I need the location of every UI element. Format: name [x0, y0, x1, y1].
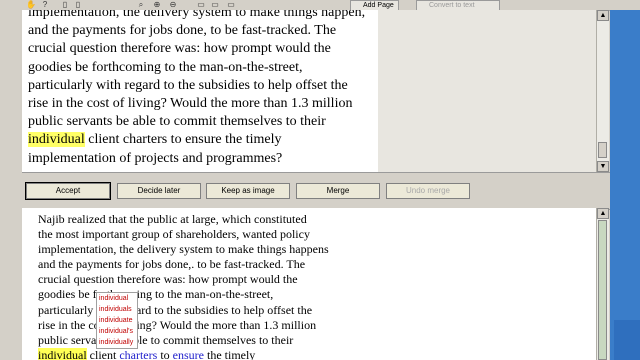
editor-line: implementation, the delivery system to m…	[38, 242, 329, 257]
selected-word[interactable]: individual	[38, 347, 87, 360]
suggestion-item[interactable]: individual's	[97, 326, 137, 337]
page-icon[interactable]: ▯	[73, 0, 83, 9]
keep-as-image-button[interactable]: Keep as image	[206, 183, 290, 199]
scan-line-rest: client charters to ensure the timely	[84, 132, 282, 148]
zoom-in-icon[interactable]: ⊕	[152, 0, 162, 9]
scan-line: and the payments for jobs done, to be fa…	[28, 23, 337, 39]
scan-line: individual client charters to ensure the…	[28, 131, 376, 149]
merge-button[interactable]: Merge	[296, 183, 380, 199]
desktop-background	[610, 10, 640, 360]
verification-button-row: Accept Decide later Keep as image Merge …	[22, 172, 610, 210]
scroll-down-icon[interactable]: ▼	[597, 161, 609, 172]
scan-line: implementation, the delivery system to m…	[28, 10, 366, 20]
zoom-out-icon[interactable]: ⊖	[168, 0, 178, 9]
question-icon[interactable]: ?	[40, 0, 50, 9]
editor-line: individual client charters to ensure the…	[38, 347, 362, 360]
scrollbar-thumb[interactable]	[598, 220, 607, 360]
decide-later-button[interactable]: Decide later	[117, 183, 201, 199]
editor-text-run: client	[86, 347, 120, 360]
suggestion-item[interactable]: individuate	[97, 315, 137, 326]
editor-line: crucial question therefore was: how prom…	[38, 272, 298, 287]
page-icon[interactable]: ▯	[60, 0, 70, 9]
scan-line: rise in the cost of living? Would the mo…	[28, 96, 353, 112]
convert-label: Convert to text	[429, 2, 475, 9]
highlighted-word: individual	[28, 132, 85, 148]
upper-right-pane	[378, 10, 596, 172]
scroll-up-icon[interactable]: ▲	[597, 208, 609, 219]
lower-scrollbar[interactable]: ▲	[596, 208, 609, 360]
upper-scrollbar[interactable]: ▲ ▼	[596, 10, 609, 172]
magnifier-icon[interactable]: ⌕	[136, 0, 146, 9]
suggestion-item[interactable]: individuals	[97, 304, 137, 315]
undo-merge-button[interactable]: Undo merge	[386, 183, 470, 199]
scan-line: public servants be able to commit themse…	[28, 114, 326, 130]
scan-line: particularly with regard to the subsidie…	[28, 77, 348, 93]
scrollbar-thumb[interactable]	[598, 142, 607, 158]
editor-text: Najib realized that the public at large,…	[38, 212, 362, 360]
add-page-label: Add Page	[363, 2, 394, 9]
page-icon[interactable]: ▭	[196, 0, 206, 9]
editor-line: particularly with regard to the subsidie…	[38, 302, 313, 317]
flagged-word[interactable]: ensure	[173, 348, 204, 360]
editor-line: and the payments for jobs done,. to be f…	[38, 257, 306, 272]
scroll-up-icon[interactable]: ▲	[597, 10, 609, 21]
editor-line: Najib realized that the public at large,…	[38, 212, 307, 226]
editor-line: public servants be able to commit themse…	[38, 332, 294, 347]
suggestion-item[interactable]: individually	[97, 337, 137, 348]
suggestion-item[interactable]: individual	[97, 293, 137, 304]
scan-text: implementation, the delivery system to m…	[28, 10, 376, 168]
scan-line: goodies be forthcoming to the man-on-the…	[28, 59, 303, 75]
page-icon[interactable]: ▭	[210, 0, 220, 9]
editor-line: goodies be forthcoming to the man-on-the…	[38, 287, 274, 302]
left-gutter	[0, 10, 23, 360]
spelling-suggestions-popup: individual individuals individuate indiv…	[96, 292, 138, 349]
scan-line: crucial question therefore was: how prom…	[28, 41, 331, 57]
hand-icon[interactable]: ✋	[26, 0, 36, 9]
accept-button[interactable]: Accept	[25, 182, 111, 200]
flagged-word[interactable]: charters	[119, 348, 157, 360]
desktop-logo-fragment	[614, 320, 640, 360]
editor-line: the most important group of shareholders…	[38, 227, 310, 242]
editor-text-run: the timely	[203, 347, 256, 360]
editor-line: rise in the cost of living? Would the mo…	[38, 317, 317, 332]
page-icon[interactable]: ▭	[226, 0, 236, 9]
scan-image-pane[interactable]: implementation, the delivery system to m…	[22, 10, 378, 172]
scan-line: implementation of projects and programme…	[28, 150, 283, 166]
editor-text-run: to	[157, 347, 173, 360]
